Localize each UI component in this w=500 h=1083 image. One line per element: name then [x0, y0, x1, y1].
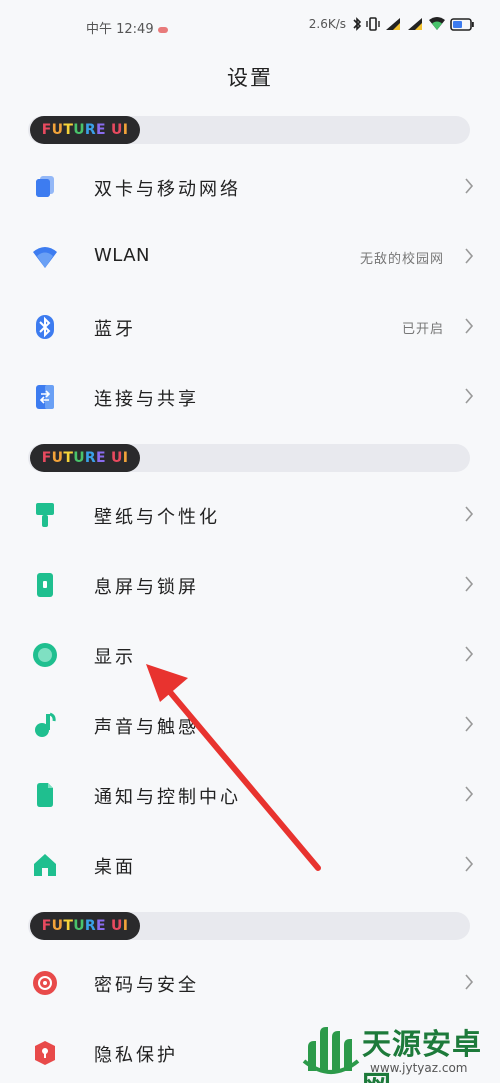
- settings-row-dual-sim[interactable]: 双卡与移动网络: [0, 152, 500, 222]
- wifi-icon: [32, 244, 58, 270]
- display-icon: [32, 642, 58, 668]
- settings-row-password-security[interactable]: 密码与安全: [0, 948, 500, 1018]
- row-label: 蓝牙: [94, 319, 136, 340]
- share-icon: [32, 384, 58, 410]
- future-ui-badge: FUTURE UI: [30, 116, 140, 144]
- bluetooth-icon: [32, 314, 58, 340]
- future-ui-badge: FUTURE UI: [30, 912, 140, 940]
- status-time: 中午 12:49: [86, 18, 168, 37]
- wifi-status-icon: [429, 17, 445, 30]
- watermark-url: www.jytyaz.com: [370, 1061, 468, 1075]
- row-label: 连接与共享: [94, 389, 199, 410]
- row-value: 已开启: [401, 322, 444, 337]
- bluetooth-status-icon: [353, 17, 362, 31]
- signal-hd-1-icon: [386, 18, 400, 30]
- row-label: 桌面: [94, 857, 136, 878]
- status-icons: 2.6K/s: [309, 17, 474, 31]
- sim-card-icon: [32, 174, 58, 200]
- row-label: 隐私保护: [94, 1045, 178, 1066]
- section-header-2: FUTURE UI: [28, 444, 470, 472]
- battery-icon: [450, 17, 474, 31]
- music-note-icon: [32, 712, 58, 738]
- settings-row-lock-screen[interactable]: 息屏与锁屏: [0, 550, 500, 620]
- row-label: 双卡与移动网络: [94, 179, 241, 200]
- chevron-right-icon: [465, 178, 474, 194]
- settings-row-home-screen[interactable]: 桌面: [0, 830, 500, 900]
- chevron-right-icon: [465, 388, 474, 404]
- chevron-right-icon: [465, 576, 474, 592]
- vibrate-icon: [366, 17, 380, 31]
- chevron-right-icon: [465, 646, 474, 662]
- settings-row-wallpaper[interactable]: 壁纸与个性化: [0, 480, 500, 550]
- watermark: 天源安卓网 www.jytyaz.com: [300, 1015, 500, 1083]
- notification-icon: [32, 782, 58, 808]
- password-icon: [32, 970, 58, 996]
- lock-screen-icon: [32, 572, 58, 598]
- row-label: 息屏与锁屏: [94, 577, 199, 598]
- settings-row-sound[interactable]: 声音与触感: [0, 690, 500, 760]
- chevron-right-icon: [465, 318, 474, 334]
- settings-row-bluetooth[interactable]: 蓝牙 已开启: [0, 292, 500, 362]
- privacy-icon: [32, 1040, 58, 1066]
- row-label: 通知与控制中心: [94, 787, 241, 808]
- signal-hd-2-icon: [408, 18, 422, 30]
- settings-row-connection-sharing[interactable]: 连接与共享: [0, 362, 500, 432]
- chevron-right-icon: [465, 786, 474, 802]
- status-bar: 中午 12:49 2.6K/s: [0, 0, 500, 56]
- notification-bubble-icon: [157, 26, 168, 33]
- settings-row-display[interactable]: 显示: [0, 620, 500, 690]
- settings-row-wlan[interactable]: WLAN 无敌的校园网: [0, 222, 500, 292]
- row-label: WLAN: [94, 245, 151, 266]
- row-value: 无敌的校园网: [359, 252, 444, 267]
- page-title: 设置: [227, 66, 273, 90]
- chevron-right-icon: [465, 506, 474, 522]
- chevron-right-icon: [465, 248, 474, 264]
- settings-row-notifications[interactable]: 通知与控制中心: [0, 760, 500, 830]
- row-label: 壁纸与个性化: [94, 507, 220, 528]
- row-label: 显示: [94, 647, 136, 668]
- future-ui-badge: FUTURE UI: [30, 444, 140, 472]
- chevron-right-icon: [465, 856, 474, 872]
- home-icon: [32, 852, 58, 878]
- row-label: 密码与安全: [94, 975, 199, 996]
- paint-brush-icon: [32, 502, 58, 528]
- row-label: 声音与触感: [94, 717, 199, 738]
- section-header-3: FUTURE UI: [28, 912, 470, 940]
- chevron-right-icon: [465, 716, 474, 732]
- section-header-1: FUTURE UI: [28, 116, 470, 144]
- watermark-logo-icon: [302, 1027, 360, 1074]
- network-speed: 2.6K/s: [308, 17, 346, 31]
- chevron-right-icon: [465, 974, 474, 990]
